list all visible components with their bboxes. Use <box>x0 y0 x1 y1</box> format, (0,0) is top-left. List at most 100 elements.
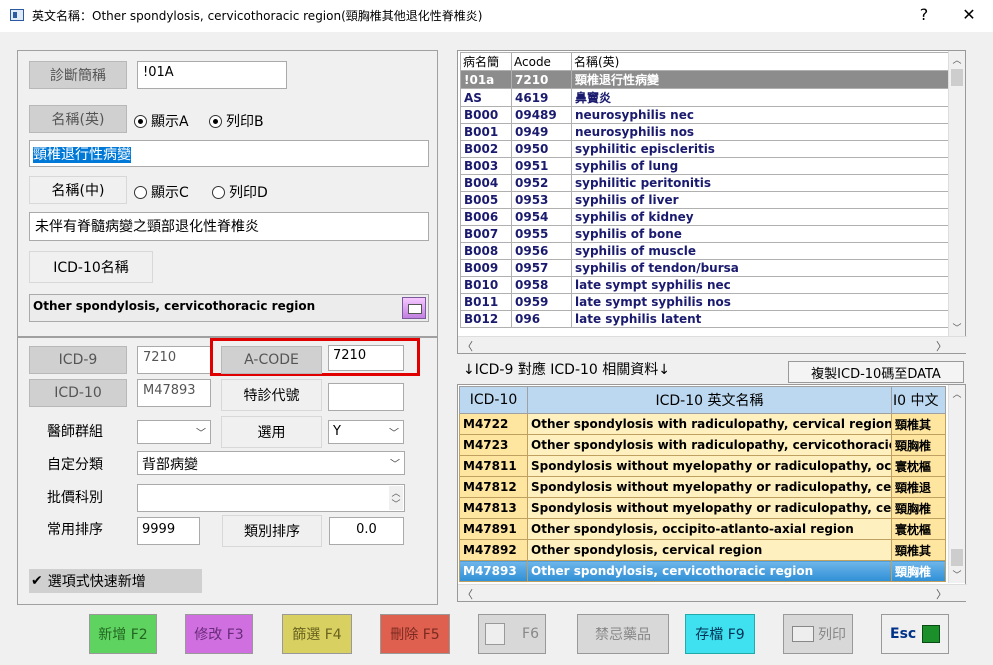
doctor-group-select[interactable]: ﹀ <box>137 420 211 444</box>
close-button[interactable]: ✕ <box>949 2 989 28</box>
esc-button[interactable]: Esc <box>881 614 949 654</box>
table-cell: syphilis of liver <box>571 191 951 209</box>
scroll-left-icon: 〈 <box>462 340 473 353</box>
copy-icd10-button[interactable]: 複製ICD-10碼至DATA <box>788 361 964 383</box>
table-row[interactable]: M47813 Spondylosis without myelopathy or … <box>459 497 946 519</box>
table-cell: syphilis of tendon/bursa <box>571 259 951 277</box>
table-row[interactable]: M47893 Other spondylosis, cervicothoracic… <box>459 560 946 582</box>
abbr-input[interactable]: !01A <box>137 61 287 89</box>
table-cell: B008 <box>460 242 512 260</box>
icd9-button[interactable]: ICD-9 <box>29 346 127 374</box>
common-sort-input[interactable]: 9999 <box>137 517 200 545</box>
applicable-select[interactable]: Y ﹀ <box>328 420 404 444</box>
chevron-down-icon: ﹀ <box>196 428 206 440</box>
table-cell: B012 <box>460 310 512 328</box>
name-en-selected-text: 頸椎退行性病變 <box>33 147 131 163</box>
table-cell: 頸椎退行性病變 <box>571 70 951 89</box>
column-header[interactable]: I0 中文 <box>891 386 946 414</box>
column-header[interactable]: ICD-10 <box>459 386 528 414</box>
table-cell: neurosyphilis nec <box>571 106 951 124</box>
print-button[interactable]: 列印 <box>783 614 853 654</box>
column-header[interactable]: 病名簡 <box>460 52 512 71</box>
name-en-input[interactable]: 頸椎退行性病變 <box>29 140 429 167</box>
document-icon <box>485 623 505 645</box>
column-header[interactable]: Acode <box>511 52 572 71</box>
radio-show-c[interactable]: 顯示C <box>134 182 189 202</box>
table-cell: 0957 <box>511 259 572 277</box>
abbr-button[interactable]: 診斷簡稱 <box>29 61 127 89</box>
table-row[interactable]: B005 0953 syphilis of liver <box>460 191 951 209</box>
table-cell: B003 <box>460 157 512 175</box>
table-row[interactable]: B012 096 late syphilis latent <box>460 310 951 328</box>
column-header[interactable]: ICD-10 英文名稱 <box>527 386 892 414</box>
modify-button[interactable]: 修改 F3 <box>185 614 253 654</box>
quick-add-checkbox[interactable]: ✔ 選項式快速新增 <box>29 569 202 593</box>
icd9-input[interactable]: 7210 <box>137 346 211 374</box>
table-row[interactable]: M47891 Other spondylosis, occipito-atlant… <box>459 518 946 540</box>
table-row[interactable]: B007 0955 syphilis of bone <box>460 225 951 243</box>
name-en-button[interactable]: 名稱(英) <box>29 105 127 133</box>
acode-input[interactable]: 7210 <box>328 345 404 371</box>
app-icon <box>10 9 24 21</box>
table-cell: B005 <box>460 191 512 209</box>
table-cell: syphilitic peritonitis <box>571 174 951 192</box>
batch-dept-input[interactable]: ︿ ﹀ <box>137 484 405 512</box>
forbidden-drugs-button[interactable]: 禁忌藥品 <box>577 614 669 654</box>
table-row[interactable]: M4723 Other spondylosis with radiculopath… <box>459 434 946 456</box>
table-row[interactable]: B010 0958 late sympt syphilis nec <box>460 276 951 294</box>
f6-label: F6 <box>522 626 539 642</box>
table-row[interactable]: B002 0950 syphilitic episcleritis <box>460 140 951 158</box>
table-row[interactable]: B004 0952 syphilitic peritonitis <box>460 174 951 192</box>
table-row[interactable]: M47812 Spondylosis without myelopathy or … <box>459 476 946 498</box>
radio-print-b[interactable]: 列印B <box>209 111 264 131</box>
table-row[interactable]: B001 0949 neurosyphilis nos <box>460 123 951 141</box>
edit-note-icon[interactable] <box>402 297 426 319</box>
radio-print-d[interactable]: 列印D <box>212 182 268 202</box>
table-row[interactable]: M47811 Spondylosis without myelopathy or … <box>459 455 946 477</box>
table-cell: B006 <box>460 208 512 226</box>
horizontal-scrollbar[interactable]: 〈 〉 <box>458 336 967 353</box>
table-row[interactable]: M47892 Other spondylosis, cervical region… <box>459 539 946 561</box>
icd10-input[interactable]: M47893 <box>137 379 211 407</box>
vertical-scrollbar[interactable]: ︿ ﹀ <box>948 385 965 583</box>
f6-button[interactable]: F6 <box>478 614 546 654</box>
filter-button[interactable]: 篩選 F4 <box>282 614 352 654</box>
icd10-button[interactable]: ICD-10 <box>29 379 127 407</box>
table-row[interactable]: AS 4619 鼻竇炎 <box>460 88 951 107</box>
table-row[interactable]: M4722 Other spondylosis with radiculopath… <box>459 413 946 435</box>
help-button[interactable]: ? <box>904 2 944 28</box>
name-zh-button[interactable]: 名稱(中) <box>29 176 127 204</box>
icd10-name-button[interactable]: ICD-10名稱 <box>29 251 153 283</box>
table-cell: 0952 <box>511 174 572 192</box>
spinner[interactable]: ︿ ﹀ <box>389 486 403 510</box>
add-button[interactable]: 新增 F2 <box>89 614 157 654</box>
category-sort-input[interactable]: 0.0 <box>329 517 404 545</box>
printer-icon <box>792 626 814 642</box>
save-button[interactable]: 存檔 F9 <box>685 614 755 654</box>
scroll-thumb[interactable] <box>951 549 963 566</box>
applicable-value: Y <box>333 424 341 439</box>
special-code-input[interactable] <box>328 383 404 411</box>
icd10-mapping-list: ICD-10 ICD-10 英文名稱 I0 中文 M4722 Other spondy… <box>457 384 967 602</box>
name-zh-input[interactable]: 未伴有脊髓病變之頸部退化性脊椎炎 <box>29 212 429 241</box>
table-row[interactable]: B011 0959 late sympt syphilis nos <box>460 293 951 311</box>
table-cell: !01a <box>460 70 512 89</box>
acode-button[interactable]: A-CODE <box>221 346 322 374</box>
exit-door-icon <box>922 625 940 643</box>
radio-show-a[interactable]: 顯示A <box>134 111 189 131</box>
custom-category-select[interactable]: 背部病變 ﹀ <box>137 451 405 475</box>
table-row[interactable]: !01a 7210 頸椎退行性病變 <box>460 70 951 89</box>
horizontal-scrollbar[interactable]: 〈 〉 <box>458 584 967 601</box>
table-row[interactable]: B009 0957 syphilis of tendon/bursa <box>460 259 951 277</box>
delete-button[interactable]: 刪除 F5 <box>380 614 450 654</box>
scroll-thumb[interactable] <box>951 69 963 86</box>
table-cell: M47811 <box>459 455 528 477</box>
table-cell: Other spondylosis, occipito-atlanto-axia… <box>527 518 892 540</box>
table-row[interactable]: B006 0954 syphilis of kidney <box>460 208 951 226</box>
table-row[interactable]: B008 0956 syphilis of muscle <box>460 242 951 260</box>
table-cell: 頸胸椎 <box>891 560 946 582</box>
column-header[interactable]: 名稱(英) <box>571 52 951 71</box>
table-row[interactable]: B003 0951 syphilis of lung <box>460 157 951 175</box>
vertical-scrollbar[interactable]: ︿ ﹀ <box>948 51 965 336</box>
table-row[interactable]: B000 09489 neurosyphilis nec <box>460 106 951 124</box>
